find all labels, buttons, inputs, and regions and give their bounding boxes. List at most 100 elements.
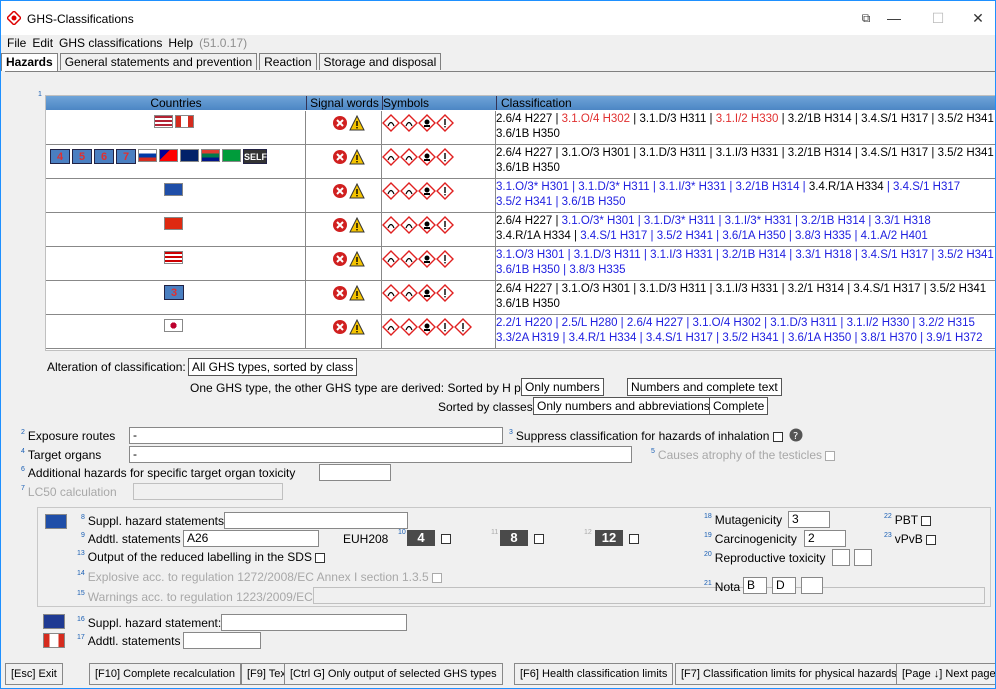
reduced-checkbox[interactable] — [315, 552, 326, 563]
skull-pictogram-icon — [418, 182, 436, 203]
mutagenicity-field[interactable]: 3 — [788, 511, 830, 528]
classification-grid[interactable]: Countries Signal words Symbols Classific… — [45, 95, 995, 351]
euh-12-checkbox[interactable] — [629, 534, 639, 544]
table-row[interactable]: 2.6/4 H227 | 3.1.O/3* H301 | 3.1.D/3* H3… — [46, 213, 995, 247]
carcinogenicity-field[interactable]: 2 — [804, 530, 846, 547]
repro-field-2[interactable] — [854, 549, 872, 566]
health-limits-button[interactable]: [F6] Health classification limits — [514, 663, 674, 685]
physical-limits-button[interactable]: [F7] Classification limits for physical … — [675, 663, 903, 685]
au-suppl-field[interactable] — [221, 614, 407, 631]
tab-reaction[interactable]: Reaction — [259, 53, 317, 70]
reduced-label: 13 Output of the reduced labelling in the… — [77, 550, 326, 564]
tab-bar: Hazards General statements and preventio… — [1, 53, 443, 71]
restore-icon[interactable]: ⧉ — [851, 7, 881, 29]
pbt-checkbox[interactable] — [921, 515, 932, 526]
nota-field-3[interactable] — [801, 577, 823, 594]
repro-label: 20 Reproductive toxicity — [704, 551, 826, 565]
menu-help[interactable]: Help — [168, 36, 193, 50]
euh-4-checkbox[interactable] — [441, 534, 451, 544]
title-bar: GHS-Classifications ⧉ — ☐ ✕ — [1, 1, 995, 35]
menu-file[interactable]: File — [7, 36, 26, 50]
tab-general[interactable]: General statements and prevention — [59, 53, 258, 70]
signal-word-icons — [332, 149, 365, 165]
addtl-field[interactable]: A26 — [183, 530, 319, 547]
grid-marker: 1 — [38, 91, 42, 98]
exit-button[interactable]: [Esc] Exit — [5, 663, 63, 685]
table-row[interactable]: 2.6/4 H227 | 3.1.O/4 H302 | 3.1.D/3 H311… — [46, 111, 995, 145]
danger-icon — [333, 150, 347, 164]
table-row[interactable]: 2.2/1 H220 | 2.5/L H280 | 2.6/4 H227 | 3… — [46, 315, 995, 349]
classification-text: | 3.2/1B H314 | 3.4.S/1 H317 | 3.5/2 H34… — [778, 113, 994, 125]
euh-label: EUH208 — [343, 532, 389, 546]
warning-icon — [349, 183, 365, 199]
carcinogenicity-label: 19 Carcinogenicity — [704, 532, 797, 546]
table-row[interactable]: 3.1.O/3 H301 | 3.1.D/3 H311 | 3.1.I/3 H3… — [46, 247, 995, 281]
ghs-pictograms — [382, 250, 454, 271]
header-countries: Countries — [46, 96, 306, 110]
canada-flag-icon — [43, 633, 65, 648]
classification-line: 3.6/1B H350 — [496, 297, 995, 312]
signal-word-icons — [332, 251, 365, 267]
exposure-field[interactable]: - — [129, 427, 503, 444]
tab-hazards[interactable]: Hazards — [1, 53, 58, 71]
corrosion-pictogram-icon — [400, 284, 418, 305]
n11-label: 11 — [491, 529, 499, 536]
classification-line: 2.2/1 H220 | 2.5/L H280 | 2.6/4 H227 | 3… — [496, 316, 995, 331]
table-row[interactable]: 4 5 6 7 SELF 2.6/4 H227 | 3.1.O/3 H301 | 3.1.… — [46, 145, 995, 179]
all-ghs-button[interactable]: All GHS types, sorted by class — [188, 358, 358, 376]
country-flags: 3 — [164, 285, 184, 300]
menu-ghs[interactable]: GHS classifications — [59, 36, 162, 50]
window-title: GHS-Classifications — [27, 12, 134, 26]
explosive-checkbox[interactable] — [432, 572, 443, 583]
skull-pictogram-icon — [418, 216, 436, 237]
australia-flag-icon — [180, 149, 199, 162]
target-field[interactable]: - — [129, 446, 632, 463]
numbers-abbr-button[interactable]: Only numbers and abbreviations — [533, 397, 714, 415]
menu-bar: File Edit GHS classifications Help (51.0.17) — [1, 36, 995, 52]
next-page-button[interactable]: [Page ↓] Next page — [896, 663, 995, 685]
numbers-text-button[interactable]: Numbers and complete text — [627, 378, 782, 396]
ghs-pictograms — [382, 318, 472, 339]
skull-pictogram-icon — [418, 284, 436, 305]
target-label: 4 Target organs — [21, 448, 102, 462]
exposure-label: 2 Exposure routes — [21, 429, 116, 443]
australia-flag-icon — [43, 614, 65, 629]
only-numbers-button[interactable]: Only numbers — [521, 378, 604, 396]
complete-button[interactable]: Complete — [709, 397, 769, 415]
vpvb-label: 23 vPvB — [884, 532, 937, 546]
lc50-field — [133, 483, 283, 500]
classification-line: 3.6/1B H350 — [496, 127, 995, 142]
ca-addtl-field[interactable] — [183, 632, 261, 649]
nota-field-2[interactable]: D — [772, 577, 796, 594]
ghs-pictograms — [382, 284, 454, 305]
menu-edit[interactable]: Edit — [32, 36, 53, 50]
signal-word-icons — [332, 183, 365, 199]
classification-cell: 2.6/4 H227 | 3.1.O/3 H301 | 3.1.D/3 H311… — [496, 282, 995, 312]
atrophy-checkbox[interactable] — [825, 450, 836, 461]
table-row[interactable]: 3 2.6/4 H227 | 3.1.O/3 H301 | 3.1.D/3 H31… — [46, 281, 995, 315]
euh-8-checkbox[interactable] — [534, 534, 544, 544]
alteration-label: Alteration of classification: — [47, 360, 186, 374]
only-output-button[interactable]: [Ctrl G] Only output of selected GHS typ… — [284, 663, 503, 685]
classification-line: 2.6/4 H227 | 3.1.O/4 H302 | 3.1.D/3 H311… — [496, 112, 995, 127]
help-icon[interactable]: ? — [789, 428, 803, 442]
classification-text: 3.1.I/2 H330 — [715, 113, 779, 125]
maximize-button[interactable]: ☐ — [923, 7, 953, 29]
additional-field[interactable] — [319, 464, 391, 481]
close-button[interactable]: ✕ — [963, 7, 993, 29]
health-hazard-pictogram-icon — [436, 148, 454, 169]
vpvb-checkbox[interactable] — [926, 534, 937, 545]
country-number-5: 5 — [72, 149, 92, 164]
malaysia-flag-icon — [164, 251, 183, 264]
nota-field-1[interactable]: B — [743, 577, 767, 594]
repro-field-1[interactable] — [832, 549, 850, 566]
suppress-checkbox[interactable] — [772, 431, 783, 442]
classification-cell: 3.1.O/3 H301 | 3.1.D/3 H311 | 3.1.I/3 H3… — [496, 248, 995, 278]
skull-pictogram-icon — [418, 114, 436, 135]
recalc-button[interactable]: [F10] Complete recalculation — [89, 663, 242, 685]
suppl-field[interactable] — [224, 512, 408, 529]
russia-flag-icon — [138, 149, 157, 162]
table-row[interactable]: 3.1.O/3* H301 | 3.1.D/3* H311 | 3.1.I/3*… — [46, 179, 995, 213]
minimize-button[interactable]: — — [879, 7, 909, 29]
tab-storage[interactable]: Storage and disposal — [318, 53, 442, 70]
